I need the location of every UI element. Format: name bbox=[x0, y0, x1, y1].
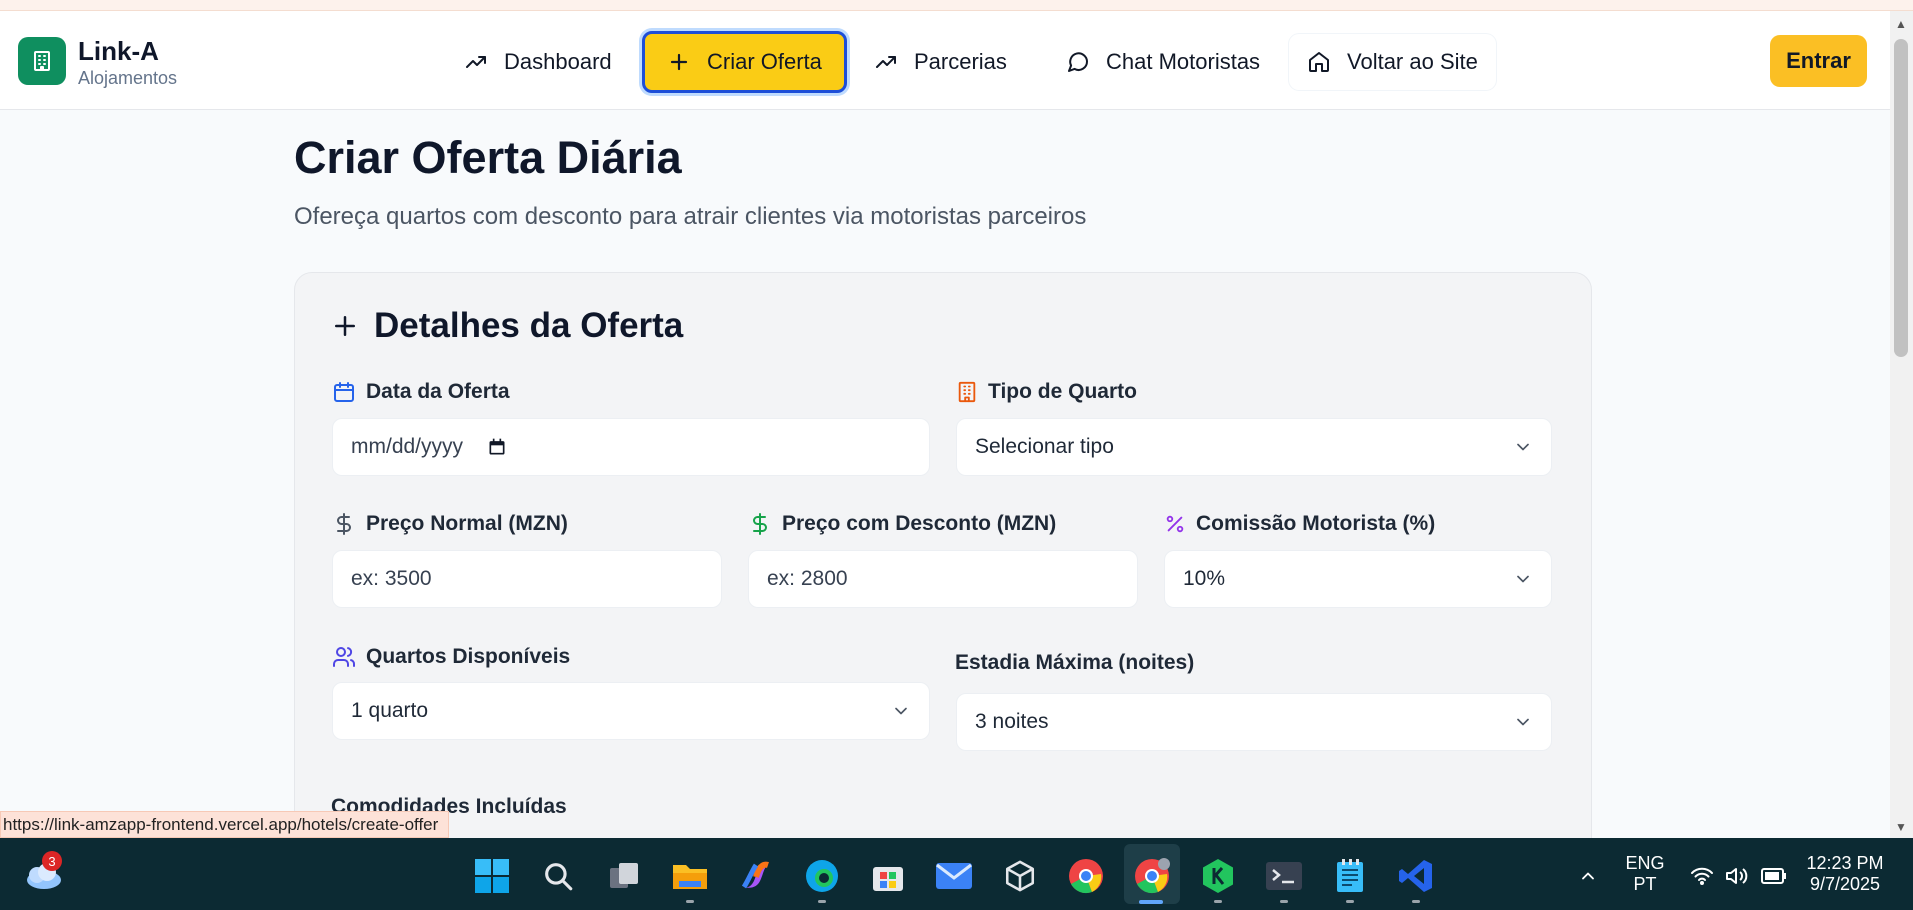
store-icon[interactable] bbox=[868, 856, 908, 896]
scroll-up-arrow-icon[interactable]: ▲ bbox=[1895, 17, 1907, 31]
terminal-icon[interactable] bbox=[1264, 856, 1304, 896]
calendar-icon bbox=[334, 382, 354, 402]
nav-back-to-site-label: Voltar ao Site bbox=[1347, 49, 1478, 74]
brand-title[interactable]: Link-A bbox=[78, 36, 159, 67]
vscode-icon[interactable] bbox=[1396, 856, 1436, 896]
file-explorer-running-indicator bbox=[686, 900, 694, 903]
copilot-icon[interactable] bbox=[736, 856, 776, 896]
building-logo-icon[interactable] bbox=[18, 37, 66, 85]
nav-back-to-site[interactable]: Voltar ao Site bbox=[1289, 34, 1496, 90]
weather-badge: 3 bbox=[42, 851, 62, 871]
edge-icon[interactable] bbox=[802, 856, 842, 896]
page-title: Criar Oferta Diária bbox=[294, 132, 682, 183]
nav-dashboard-label: Dashboard bbox=[504, 49, 612, 74]
mail-icon[interactable] bbox=[934, 856, 974, 896]
calendar-picker-icon[interactable] bbox=[487, 437, 507, 457]
nav-dashboard[interactable]: Dashboard bbox=[446, 34, 630, 90]
nav-create-offer[interactable]: Criar Oferta bbox=[642, 31, 847, 93]
max-stay-select[interactable]: 3 noites bbox=[956, 693, 1552, 751]
chrome-icon[interactable] bbox=[1066, 856, 1106, 896]
chrome-active-indicator bbox=[1139, 900, 1163, 904]
dollar-sign-icon bbox=[753, 513, 767, 535]
language-indicator[interactable]: ENG PT bbox=[1620, 853, 1670, 895]
dollar-sign-icon bbox=[337, 513, 351, 535]
card-title-text: Detalhes da Oferta bbox=[374, 306, 684, 345]
trending-up-icon bbox=[466, 56, 486, 68]
users-icon bbox=[333, 647, 356, 667]
chevron-up-icon[interactable] bbox=[1568, 856, 1608, 896]
nav-partnerships[interactable]: Parcerias bbox=[856, 34, 1025, 90]
chevron-down-icon bbox=[895, 707, 907, 715]
message-circle-icon bbox=[1068, 52, 1089, 72]
vscode-running-indicator bbox=[1412, 900, 1420, 903]
navbar: Link-A Alojamentos Dashboard Criar Ofert… bbox=[0, 11, 1890, 110]
commission-label: Comissão Motorista (%) bbox=[1164, 512, 1435, 536]
trending-up-icon bbox=[876, 56, 896, 68]
offer-date-input[interactable]: mm/dd/yyyy bbox=[332, 418, 930, 476]
clock[interactable]: 12:23 PM 9/7/2025 bbox=[1800, 853, 1890, 895]
plus-icon bbox=[335, 316, 355, 336]
windows-start-icon[interactable] bbox=[472, 856, 512, 896]
percent-icon bbox=[1166, 515, 1184, 533]
file-explorer-icon[interactable] bbox=[670, 856, 710, 896]
nav-driver-chat-label: Chat Motoristas bbox=[1106, 49, 1261, 74]
notepad-running-indicator bbox=[1346, 900, 1354, 903]
chrome-profile-icon[interactable] bbox=[1132, 856, 1172, 896]
edge-running-indicator bbox=[818, 900, 826, 903]
k-app-icon[interactable] bbox=[1198, 856, 1238, 896]
plus-icon bbox=[670, 53, 688, 71]
brand-subtitle: Alojamentos bbox=[78, 68, 178, 88]
room-type-select[interactable]: Selecionar tipo bbox=[956, 418, 1552, 476]
scroll-down-arrow-icon[interactable]: ▼ bbox=[1895, 820, 1907, 834]
search-icon[interactable] bbox=[538, 856, 578, 896]
max-stay-label: Estadia Máxima (noites) bbox=[955, 651, 1195, 674]
discount-price-label: Preço com Desconto (MZN) bbox=[748, 512, 1056, 536]
building-icon bbox=[958, 381, 976, 403]
commission-select[interactable]: 10% bbox=[1164, 550, 1552, 608]
card-title: Detalhes da Oferta bbox=[330, 306, 683, 346]
status-url-bar: https://link-amzapp-frontend.vercel.app/… bbox=[0, 811, 450, 838]
rooms-available-select[interactable]: 1 quarto bbox=[332, 682, 930, 740]
nav-partnerships-label: Parcerias bbox=[914, 49, 1007, 74]
cube-app-icon[interactable] bbox=[1000, 856, 1040, 896]
discount-price-input[interactable]: ex: 2800 bbox=[748, 550, 1138, 608]
battery-icon[interactable] bbox=[1754, 856, 1794, 896]
k-app-running-indicator bbox=[1214, 900, 1222, 903]
normal-price-input[interactable]: ex: 3500 bbox=[332, 550, 722, 608]
task-view-icon[interactable] bbox=[604, 856, 644, 896]
volume-icon[interactable] bbox=[1716, 856, 1756, 896]
room-type-label: Tipo de Quarto bbox=[956, 380, 1137, 404]
page-scrollbar[interactable]: ▲ ▼ bbox=[1890, 11, 1913, 838]
nav-create-offer-label: Criar Oferta bbox=[707, 49, 822, 74]
rooms-available-label: Quartos Disponíveis bbox=[332, 645, 570, 669]
terminal-running-indicator bbox=[1280, 900, 1288, 903]
chevron-down-icon bbox=[1517, 718, 1529, 726]
offer-date-label: Data da Oferta bbox=[332, 380, 510, 404]
page-subtitle: Ofereça quartos com desconto para atrair… bbox=[294, 203, 1087, 230]
notepad-icon[interactable] bbox=[1330, 856, 1370, 896]
login-button[interactable]: Entrar bbox=[1770, 35, 1867, 87]
normal-price-label: Preço Normal (MZN) bbox=[332, 512, 568, 536]
home-icon bbox=[1309, 52, 1329, 72]
nav-driver-chat[interactable]: Chat Motoristas bbox=[1048, 34, 1278, 90]
scroll-thumb[interactable] bbox=[1894, 39, 1908, 357]
browser-top-strip bbox=[0, 0, 1913, 11]
chevron-down-icon bbox=[1517, 443, 1529, 451]
chevron-down-icon bbox=[1517, 575, 1529, 583]
